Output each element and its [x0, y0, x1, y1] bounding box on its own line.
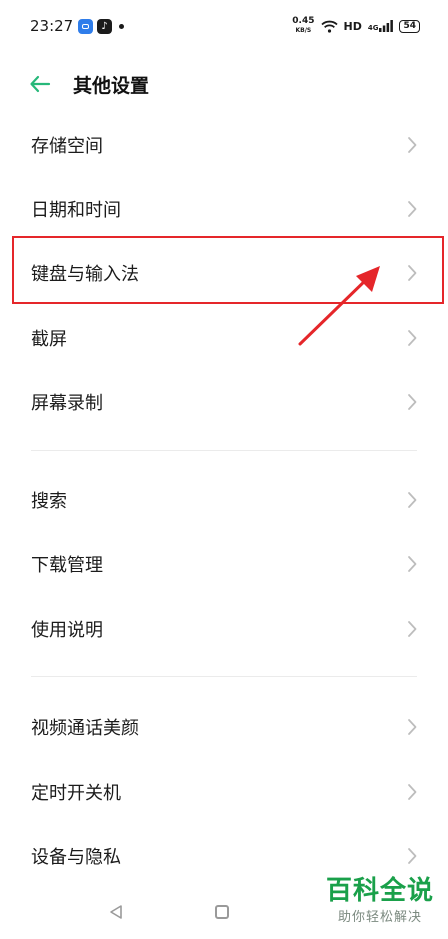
status-time: 23:27 [30, 17, 74, 35]
status-right: 0.45 KB/S HD 4G 54 [292, 17, 420, 35]
signal-type: 4G [367, 24, 379, 32]
settings-item-label: 下载管理 [31, 555, 103, 576]
settings-item-label: 视频通话美颜 [31, 718, 139, 739]
wifi-icon [320, 20, 338, 33]
battery-indicator: 54 [399, 19, 420, 33]
settings-item-download-manager[interactable]: 下载管理 [0, 532, 448, 596]
settings-item-label: 日期和时间 [31, 200, 121, 221]
net-speed-value: 0.45 [292, 16, 315, 26]
nav-back-icon[interactable] [108, 904, 124, 920]
message-app-icon [78, 19, 93, 34]
settings-item-label: 截屏 [31, 329, 67, 350]
tiktok-app-icon: ♪ [97, 19, 112, 34]
chevron-right-icon [408, 330, 417, 346]
watermark-subtitle: 助你轻松解决 [337, 910, 422, 925]
signal-bars-icon [379, 20, 394, 32]
settings-item-storage[interactable]: 存储空间 [0, 113, 448, 177]
net-speed: 0.45 KB/S [292, 17, 314, 35]
chevron-right-icon [408, 394, 417, 410]
settings-item-label: 存储空间 [31, 136, 103, 157]
page-title: 其他设置 [73, 75, 150, 97]
chevron-right-icon [408, 556, 417, 572]
status-bar: 23:27 ♪ 0.45 KB/S HD 4G 54 [0, 0, 448, 56]
chevron-right-icon [408, 848, 417, 864]
settings-item-date-time[interactable]: 日期和时间 [0, 177, 448, 241]
annotation-arrow-icon [298, 266, 380, 346]
chevron-right-icon [408, 719, 417, 735]
settings-item-label: 设备与隐私 [31, 847, 121, 868]
settings-item-screen-record[interactable]: 屏幕录制 [0, 370, 448, 434]
settings-item-label: 定时开关机 [31, 783, 121, 804]
settings-item-scheduled-power[interactable]: 定时开关机 [0, 760, 448, 824]
hd-indicator: HD [343, 19, 362, 33]
notification-icons: ♪ [78, 19, 124, 34]
settings-item-label: 屏幕录制 [31, 393, 103, 414]
chevron-right-icon [408, 201, 417, 217]
watermark-title: 百科全说 [325, 876, 434, 906]
settings-item-search[interactable]: 搜索 [0, 468, 448, 532]
signal-icon: 4G [368, 20, 394, 32]
chevron-right-icon [408, 784, 417, 800]
settings-item-video-call-beauty[interactable]: 视频通话美颜 [0, 695, 448, 759]
nav-home-icon[interactable] [215, 905, 229, 919]
section-divider [31, 450, 417, 451]
more-notifications-icon [119, 24, 124, 29]
chevron-right-icon [408, 492, 417, 508]
chevron-right-icon [408, 621, 417, 637]
back-arrow-icon[interactable] [28, 72, 52, 96]
app-header: 其他设置 [0, 58, 448, 110]
settings-item-label: 搜索 [31, 491, 67, 512]
watermark-logo: 百科全说 助你轻松解决 [326, 876, 434, 925]
settings-item-label: 使用说明 [31, 620, 103, 641]
section-divider [31, 676, 417, 677]
net-speed-unit: KB/S [295, 27, 312, 34]
settings-item-instructions[interactable]: 使用说明 [0, 597, 448, 661]
chevron-right-icon [408, 137, 417, 153]
